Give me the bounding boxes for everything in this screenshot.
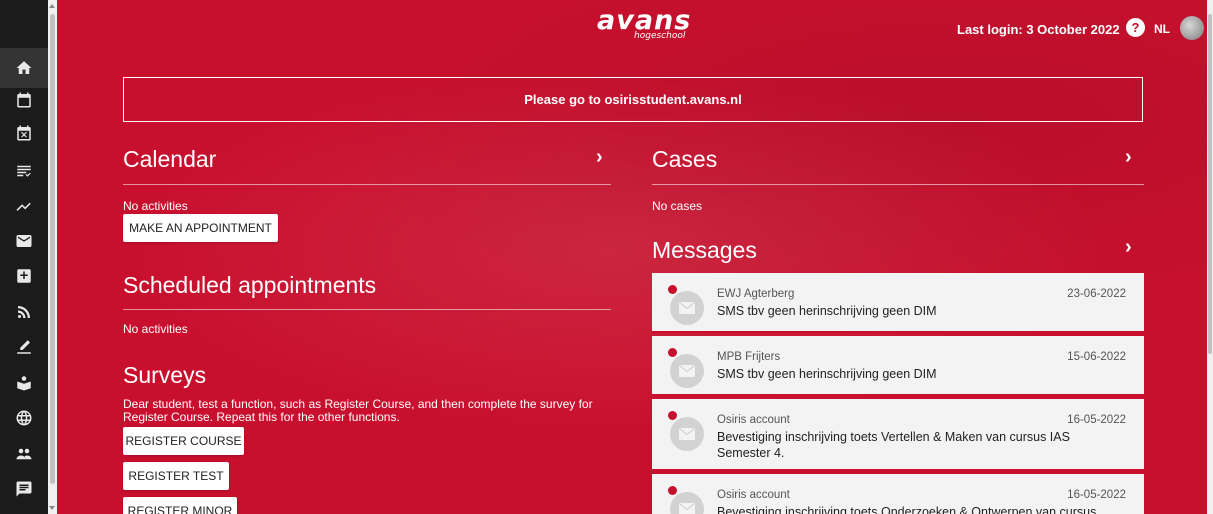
calendar-empty: No activities xyxy=(123,199,188,213)
message-subject: Bevestiging inschrijving toets Vertellen… xyxy=(717,430,1070,460)
school-icon xyxy=(17,376,31,391)
appointments-divider xyxy=(123,309,611,310)
scroll-up-icon[interactable] xyxy=(49,4,55,8)
message-subject: SMS tbv geen herinschrijving geen DIM xyxy=(717,367,937,381)
surveys-description: Dear student, test a function, such as R… xyxy=(123,397,593,424)
message-date: 16-05-2022 xyxy=(1067,489,1126,501)
nav-results[interactable] xyxy=(0,151,48,191)
edit-pen-icon xyxy=(17,340,31,354)
page-scrollbar[interactable] xyxy=(1207,0,1213,514)
message-sender: Osiris account xyxy=(717,489,790,501)
scroll-thumb[interactable] xyxy=(50,14,55,484)
cases-divider xyxy=(652,184,1144,185)
nav-education[interactable] xyxy=(0,363,48,403)
progress-chart-icon xyxy=(16,202,31,211)
calendar-cancel-icon xyxy=(17,125,31,141)
nav-progress[interactable] xyxy=(0,186,48,226)
message-date: 15-06-2022 xyxy=(1067,351,1126,363)
nav-cancel-appointment[interactable] xyxy=(0,113,48,153)
register-test-button[interactable]: REGISTER TEST xyxy=(123,462,229,490)
dashboard: avans hogeschool Last login: 3 October 2… xyxy=(57,0,1207,514)
page-scroll-thumb[interactable] xyxy=(1208,14,1212,354)
cases-title[interactable]: Cases xyxy=(652,146,717,173)
group-icon xyxy=(16,448,32,460)
calendar-icon xyxy=(17,92,31,108)
calendar-title[interactable]: Calendar xyxy=(123,146,216,173)
make-appointment-button[interactable]: MAKE AN APPOINTMENT xyxy=(123,214,278,242)
message-date: 23-06-2022 xyxy=(1067,288,1126,300)
message-item[interactable]: Osiris account 16-05-2022 Bevestiging in… xyxy=(652,474,1144,514)
messages-title[interactable]: Messages xyxy=(652,237,757,264)
message-item[interactable]: EWJ Agterberg 23-06-2022 SMS tbv geen he… xyxy=(652,273,1144,333)
nav-mail[interactable] xyxy=(0,221,48,261)
envelope-icon xyxy=(670,492,704,514)
envelope-icon xyxy=(670,417,704,451)
unread-dot xyxy=(668,348,677,357)
appointments-empty: No activities xyxy=(123,322,188,336)
unread-dot xyxy=(668,486,677,495)
envelope-icon xyxy=(670,291,704,325)
nav-groups[interactable] xyxy=(0,434,48,474)
message-subject: Bevestiging inschrijving toets Onderzoek… xyxy=(717,505,1097,514)
nav-edit[interactable] xyxy=(0,327,48,367)
message-item[interactable]: MPB Frijters 15-06-2022 SMS tbv geen her… xyxy=(652,336,1144,396)
register-minor-button[interactable]: REGISTER MINOR xyxy=(123,497,237,514)
cases-empty: No cases xyxy=(652,199,703,213)
calendar-chevron-icon[interactable]: › xyxy=(596,146,603,169)
nav-feed[interactable] xyxy=(0,292,48,332)
chat-icon xyxy=(16,481,32,497)
globe-icon xyxy=(16,410,32,426)
rss-icon xyxy=(18,306,30,318)
last-login: Last login: 3 October 2022 xyxy=(957,22,1120,37)
language-toggle[interactable]: NL xyxy=(1154,22,1170,36)
list-check-icon xyxy=(17,165,31,177)
nav-scrollbar[interactable] xyxy=(48,0,57,514)
nav-chat[interactable] xyxy=(0,469,48,509)
unread-dot xyxy=(668,285,677,294)
register-course-button[interactable]: REGISTER COURSE xyxy=(123,427,244,455)
scroll-down-icon[interactable] xyxy=(49,506,55,510)
message-subject: SMS tbv geen herinschrijving geen DIM xyxy=(717,304,937,318)
home-icon xyxy=(16,61,32,74)
avans-logo[interactable]: avans hogeschool xyxy=(597,7,691,41)
inbox-add-icon xyxy=(17,269,31,283)
envelope-icon xyxy=(670,354,704,388)
avatar[interactable] xyxy=(1180,16,1204,40)
side-nav xyxy=(0,0,48,514)
message-item[interactable]: Osiris account 16-05-2022 Bevestiging in… xyxy=(652,399,1144,471)
osiris-banner[interactable]: Please go to osirisstudent.avans.nl xyxy=(123,77,1143,122)
message-sender: Osiris account xyxy=(717,414,790,426)
unread-dot xyxy=(668,411,677,420)
mail-icon xyxy=(16,235,32,247)
messages-chevron-icon[interactable]: › xyxy=(1125,236,1132,259)
cases-chevron-icon[interactable]: › xyxy=(1125,146,1132,169)
appointments-title: Scheduled appointments xyxy=(123,272,377,298)
calendar-divider xyxy=(123,184,611,185)
nav-international[interactable] xyxy=(0,398,48,438)
surveys-title: Surveys xyxy=(123,362,207,388)
help-icon[interactable]: ? xyxy=(1126,18,1145,37)
message-sender: EWJ Agterberg xyxy=(717,288,795,300)
message-sender: MPB Frijters xyxy=(717,351,781,363)
nav-inbox[interactable] xyxy=(0,256,48,296)
message-date: 16-05-2022 xyxy=(1067,414,1126,426)
